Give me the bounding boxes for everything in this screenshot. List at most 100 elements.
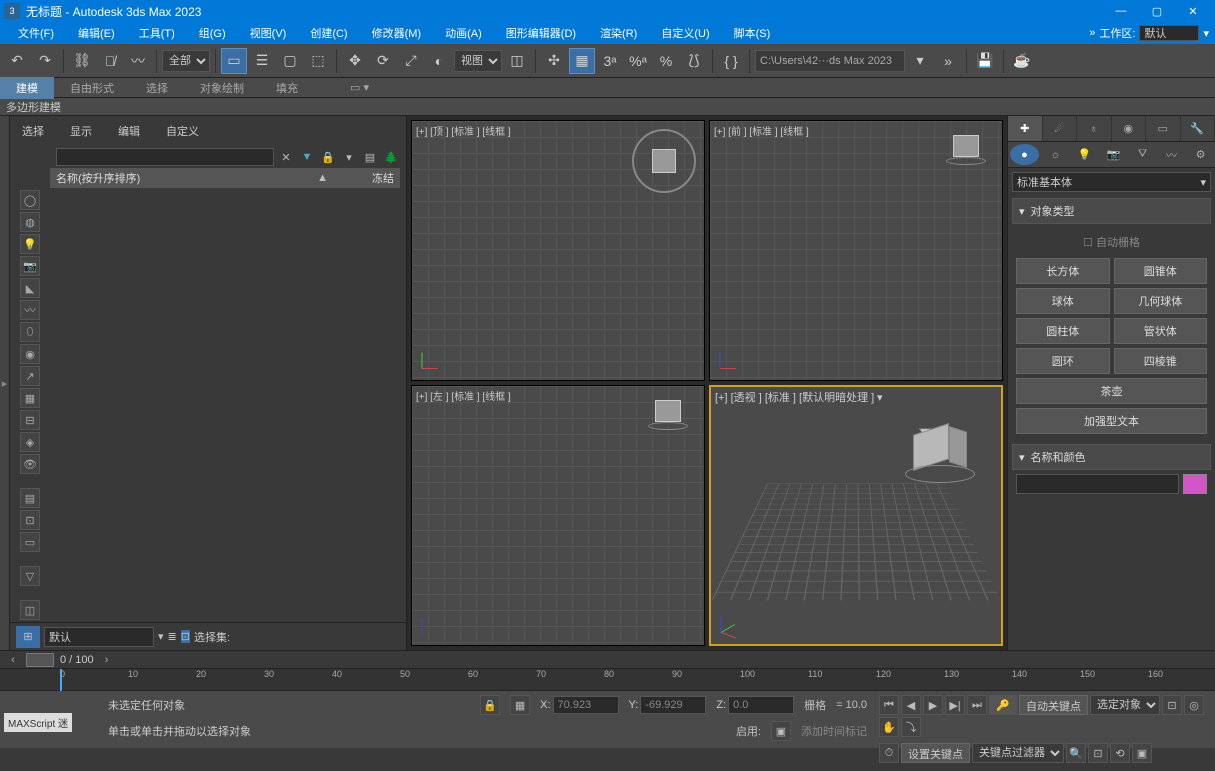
menu-edit[interactable]: 编辑(E) [66, 22, 127, 44]
time-config-icon[interactable]: ⏱ [879, 743, 899, 763]
layer-layout-icon[interactable]: ⊞ [16, 626, 40, 648]
pivot-button[interactable]: ◫ [504, 48, 530, 74]
maxscript-listener[interactable]: MAXScript 迷 [4, 713, 72, 732]
sub-camera-icon[interactable]: 📷 [1099, 142, 1128, 167]
color-swatch[interactable] [1183, 474, 1207, 494]
btn-tube[interactable]: 管状体 [1114, 318, 1208, 344]
angle-snap-button[interactable]: 3ᵃ [597, 48, 623, 74]
list-icon[interactable]: ▤ [20, 488, 40, 508]
filter-bone-icon[interactable]: ⬯ [20, 322, 40, 342]
filter-helper-icon[interactable]: ◣ [20, 278, 40, 298]
timeslider-prev-icon[interactable]: ‹ [6, 653, 20, 667]
next-frame-icon[interactable]: ▶| [945, 695, 965, 715]
menu-animation[interactable]: 动画(A) [433, 22, 494, 44]
ribbon-tab-paint[interactable]: 对象绘制 [184, 77, 260, 99]
layer-icon[interactable]: ▭ [20, 532, 40, 552]
timeline-ruler[interactable]: 0102030405060708090100110120130140150160 [0, 668, 1215, 690]
minimize-button[interactable]: — [1103, 0, 1139, 22]
cmd-tab-modify[interactable]: ☄ [1043, 116, 1078, 141]
filter-geom-icon[interactable]: ◍ [20, 212, 40, 232]
category-dropdown[interactable]: 标准基本体▾ [1012, 172, 1211, 192]
viewport-top-label[interactable]: [+] [顶 ] [标准 ] [线框 ] [416, 123, 511, 138]
scene-header[interactable]: 名称(按升序排序) ▲ 冻结 [50, 168, 400, 188]
menu-modifiers[interactable]: 修改器(M) [360, 22, 434, 44]
btn-teapot[interactable]: 茶壶 [1016, 378, 1207, 404]
ribbon-tab-modeling[interactable]: 建模 [0, 77, 54, 99]
filter-frozen-icon[interactable]: ▦ [20, 388, 40, 408]
viewport-persp-label[interactable]: [+] [透视 ] [标准 ] [默认明暗处理 ] ▾ [715, 389, 883, 405]
pan-icon[interactable]: ✋ [879, 717, 899, 737]
select-move-button[interactable]: ✥ [342, 48, 368, 74]
btn-pyramid[interactable]: 四棱锥 [1114, 348, 1208, 374]
filter-hidden-icon[interactable]: ⊟ [20, 410, 40, 430]
vlabel-dropdown-icon[interactable]: ▾ [877, 392, 883, 404]
scene-list[interactable] [50, 188, 406, 622]
refsys-select[interactable]: 视图 [454, 50, 502, 72]
btn-geosphere[interactable]: 几何球体 [1114, 288, 1208, 314]
cmd-tab-motion[interactable]: ◉ [1112, 116, 1147, 141]
menu-rendering[interactable]: 渲染(R) [588, 22, 649, 44]
maximize-viewport-icon[interactable]: ▣ [1132, 743, 1152, 763]
filter-light-icon[interactable]: 💡 [20, 234, 40, 254]
select-window-button[interactable]: ⬚ [305, 48, 331, 74]
maximize-button[interactable]: ▢ [1139, 0, 1175, 22]
menu-tools[interactable]: 工具(T) [127, 22, 187, 44]
object-name-input[interactable] [1016, 474, 1179, 494]
timeslider-next-icon[interactable]: › [100, 653, 114, 667]
named-selset-button[interactable]: { } [718, 48, 744, 74]
btn-cone[interactable]: 圆锥体 [1114, 258, 1208, 284]
filter-camera-icon[interactable]: 📷 [20, 256, 40, 276]
funnel-icon[interactable]: ▽ [20, 566, 40, 586]
lock-selection-icon[interactable]: 🔒 [480, 695, 500, 715]
scene-filter-input[interactable] [56, 148, 274, 166]
zoom-extents-icon[interactable]: ⊡ [1088, 743, 1108, 763]
btn-textplus[interactable]: 加强型文本 [1016, 408, 1207, 434]
pin-icon[interactable]: ▾ [340, 148, 358, 166]
viewcube-front[interactable] [944, 135, 988, 163]
sub-shape-icon[interactable]: ☼ [1041, 142, 1070, 167]
keytarget-select[interactable]: 选定对象 [1090, 695, 1160, 715]
select-rotate-button[interactable]: ⟳ [370, 48, 396, 74]
coord-x[interactable] [553, 696, 619, 714]
render-button[interactable]: ☕ [1009, 48, 1035, 74]
addtime-link[interactable]: 添加时间标记 [801, 723, 867, 739]
sub-space-icon[interactable]: 〰 [1157, 142, 1186, 167]
menu-customize[interactable]: 自定义(U) [649, 22, 721, 44]
ribbon-tab-populate[interactable]: 填充 [260, 77, 314, 99]
filter-all-icon[interactable]: ◯ [20, 190, 40, 210]
keyfilter-select[interactable]: 关键点过滤器 [972, 743, 1064, 763]
xray-icon[interactable]: ◎ [1184, 695, 1204, 715]
autogrid-checkbox[interactable]: ☐ 自动栅格 [1016, 230, 1207, 254]
view-icon[interactable]: ▤ [361, 148, 379, 166]
scene-tab-custom[interactable]: 自定义 [160, 120, 205, 142]
redo-button[interactable]: ↷ [32, 48, 58, 74]
snap-toggle-button[interactable]: ▦ [569, 48, 595, 74]
menu-view[interactable]: 视图(V) [238, 22, 299, 44]
coord-z[interactable] [728, 696, 794, 714]
menu-group[interactable]: 组(G) [187, 22, 238, 44]
viewcube-left[interactable] [646, 400, 690, 428]
manipulate-button[interactable]: ✣ [541, 48, 567, 74]
layer-name-input[interactable] [44, 627, 154, 647]
auto-key-button[interactable]: 自动关键点 [1019, 695, 1088, 715]
percent-snap-button[interactable]: %ᵃ [625, 48, 651, 74]
cmd-tab-create[interactable]: ✚ [1008, 116, 1043, 141]
viewport-perspective[interactable]: [+] [透视 ] [标准 ] [默认明暗处理 ] ▾ [709, 385, 1003, 646]
filter-container-icon[interactable]: ◈ [20, 432, 40, 452]
scene-tab-select[interactable]: 选择 [16, 120, 50, 142]
btn-box[interactable]: 长方体 [1016, 258, 1110, 284]
menu-scripting[interactable]: 脚本(S) [722, 22, 783, 44]
set-key-button[interactable]: 设置关键点 [901, 743, 970, 763]
ribbon-tab-freeform[interactable]: 自由形式 [54, 77, 130, 99]
menu-grapheditors[interactable]: 图形编辑器(D) [494, 22, 588, 44]
clear-filter-icon[interactable]: ✕ [277, 148, 295, 166]
btn-sphere[interactable]: 球体 [1016, 288, 1110, 314]
viewport-top[interactable]: [+] [顶 ] [标准 ] [线框 ] [411, 120, 705, 381]
select-name-button[interactable]: ☰ [249, 48, 275, 74]
zoom-icon[interactable]: 🔍 [1066, 743, 1086, 763]
isolate-icon[interactable]: ⊡ [1162, 695, 1182, 715]
lock-icon[interactable]: 🔒 [319, 148, 337, 166]
edit-selset-button[interactable]: ⟅⟆ [681, 48, 707, 74]
key-mode-icon[interactable]: 🔑 [989, 695, 1017, 715]
project-path[interactable] [755, 50, 905, 72]
